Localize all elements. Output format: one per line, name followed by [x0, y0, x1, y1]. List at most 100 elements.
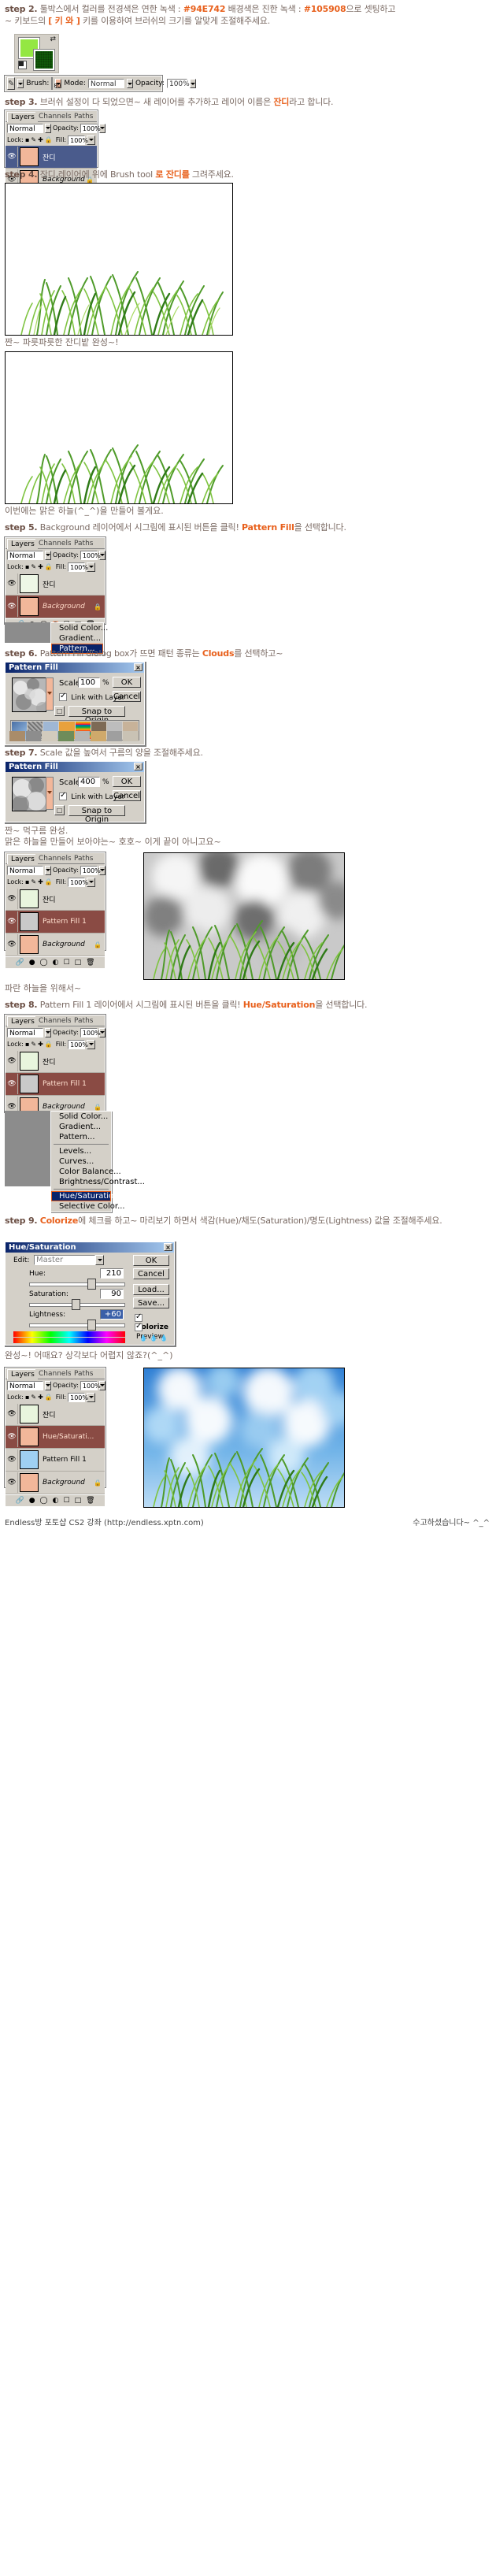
panel-bottom-bar[interactable]: 🔗 ● ◯ ◐ ☐ □ 🗑 — [6, 956, 105, 968]
layers-panel-step3[interactable]: Layers Channels Paths Normal Opacity: 10… — [5, 110, 105, 203]
eye-icon[interactable]: 👁 — [6, 1074, 18, 1094]
edit-select-arrow[interactable] — [95, 1255, 104, 1265]
layer-thumbnail[interactable] — [20, 574, 39, 593]
hue-input[interactable]: 210 — [100, 1268, 124, 1279]
new-group-icon[interactable]: ☐ — [63, 959, 69, 967]
delete-layer-icon[interactable]: 🗑 — [86, 959, 94, 967]
pattern-swatch[interactable] — [57, 731, 74, 741]
blend-mode-row[interactable]: Normal Opacity: 100% — [6, 549, 105, 561]
eye-icon[interactable]: 👁 — [6, 934, 18, 955]
table-row[interactable]: 👁 Background 🔒 — [6, 1472, 105, 1494]
layer-thumbnail[interactable] — [20, 1052, 39, 1071]
lock-all-icon[interactable]: 🔒 — [45, 1041, 53, 1048]
layer-thumbnail[interactable] — [20, 935, 39, 954]
blend-mode-row[interactable]: Normal Opacity: 100% — [6, 122, 105, 134]
close-icon[interactable]: × — [164, 1243, 172, 1251]
layer-thumbnail[interactable] — [20, 597, 39, 616]
table-row[interactable]: 👁 Background 🔒 — [6, 596, 105, 618]
lock-position-icon[interactable]: ✚ — [38, 878, 43, 885]
lock-position-icon[interactable]: ✚ — [38, 563, 43, 570]
layer-mask-icon[interactable]: ◯ — [40, 1497, 48, 1505]
lock-all-icon[interactable]: 🔒 — [45, 1394, 53, 1401]
tab-channels[interactable]: Channels — [35, 112, 75, 121]
swap-colors-icon[interactable]: ⇄ — [50, 35, 56, 43]
pattern-swatch[interactable] — [42, 731, 57, 741]
layers-panel-step5[interactable]: Layers Channels Paths Normal Opacity: 10… — [5, 537, 105, 630]
lock-transparency-icon[interactable]: ▪ — [25, 1041, 29, 1048]
scale-input[interactable]: 400 — [78, 777, 100, 787]
lock-all-icon[interactable]: 🔒 — [45, 878, 53, 885]
lock-position-icon[interactable]: ✚ — [38, 136, 43, 143]
menu-item-selective-color[interactable]: Selective Color... — [51, 1201, 125, 1212]
lock-transparency-icon[interactable]: ▪ — [25, 878, 29, 885]
tab-layers[interactable]: Layers — [7, 1369, 39, 1379]
colorize-checkbox[interactable] — [135, 1312, 143, 1322]
pattern-dropdown-arrow[interactable] — [46, 677, 54, 711]
brush-size-preview[interactable]: 80 — [51, 77, 61, 90]
pattern-preview-swatch[interactable] — [12, 777, 46, 811]
layer-thumbnail[interactable] — [20, 1427, 39, 1446]
tab-paths[interactable]: Paths — [71, 539, 97, 548]
load-button[interactable]: Load... — [133, 1284, 169, 1295]
layer-thumbnail[interactable] — [20, 1075, 39, 1093]
fill-adjustment-menu-step8[interactable]: Solid Color... Gradient... Pattern... Le… — [50, 1111, 145, 1212]
blend-mode-select[interactable]: Normal — [7, 1380, 43, 1390]
panel-tabs[interactable]: Layers Channels Paths — [6, 111, 97, 122]
panel-tabs[interactable]: Layers Channels Paths — [6, 1368, 105, 1379]
eye-icon[interactable]: 👁 — [6, 1472, 18, 1493]
table-row[interactable]: 👁 잔디 — [6, 1403, 105, 1426]
tab-paths[interactable]: Paths — [71, 1369, 97, 1379]
fill-value[interactable]: 100% — [68, 1039, 88, 1049]
layer-mask-icon[interactable]: ◯ — [40, 959, 48, 967]
brush-options-toolbar[interactable]: ✎ Brush: 80 Mode: Normal Opacity: 100% — [5, 76, 196, 91]
lock-image-icon[interactable]: ✎ — [31, 1394, 36, 1401]
default-colors-icon[interactable] — [18, 61, 27, 69]
opacity-value[interactable]: 100% — [166, 79, 190, 88]
new-layer-icon[interactable]: □ — [75, 959, 82, 967]
tab-paths[interactable]: Paths — [71, 854, 97, 863]
lock-position-icon[interactable]: ✚ — [38, 1041, 43, 1048]
lock-transparency-icon[interactable]: ▪ — [25, 136, 29, 143]
layer-thumbnail[interactable] — [20, 1473, 39, 1492]
layer-thumbnail[interactable] — [20, 889, 39, 908]
menu-item-curves[interactable]: Curves... — [51, 1156, 111, 1167]
hue-saturation-dialog[interactable]: Hue/Saturation × Edit: Master Hue: 210 S… — [5, 1242, 175, 1346]
link-with-layer-row[interactable]: Link with Layer — [59, 791, 125, 801]
layer-thumbnail[interactable] — [20, 147, 39, 166]
layers-panel-final[interactable]: Layers Channels Paths Normal Opacity: 10… — [5, 1368, 105, 1506]
panel-tabs[interactable]: Layers Channels Paths — [6, 853, 105, 864]
tab-layers[interactable]: Layers — [7, 1016, 39, 1026]
lock-transparency-icon[interactable]: ▪ — [25, 563, 29, 570]
blend-mode-select[interactable]: Normal — [7, 550, 43, 560]
lock-all-icon[interactable]: 🔒 — [45, 136, 53, 143]
snap-to-origin-button[interactable]: Snap to Origin — [68, 805, 125, 824]
scale-input[interactable]: 100 — [78, 677, 100, 688]
tab-layers[interactable]: Layers — [7, 112, 39, 122]
edit-select[interactable]: Master — [34, 1255, 95, 1265]
link-layers-icon[interactable]: 🔗 — [15, 959, 24, 967]
save-button[interactable]: Save... — [133, 1297, 169, 1308]
delete-layer-icon[interactable]: 🗑 — [86, 1497, 94, 1505]
table-row[interactable]: 👁 잔디 — [6, 888, 105, 911]
eye-icon[interactable]: 👁 — [6, 889, 18, 909]
link-with-layer-checkbox[interactable] — [59, 692, 67, 701]
table-row[interactable]: 👁 잔디 — [6, 573, 105, 596]
layer-style-icon[interactable]: ● — [29, 959, 35, 967]
saturation-slider-thumb[interactable] — [72, 1299, 80, 1310]
tab-paths[interactable]: Paths — [71, 112, 97, 121]
menu-item-color-balance[interactable]: Color Balance... — [51, 1167, 121, 1177]
eye-icon[interactable]: 👁 — [6, 573, 18, 594]
eyedropper-add-icon[interactable]: 💧 — [150, 1334, 157, 1342]
fill-value[interactable]: 100% — [68, 1392, 88, 1402]
ok-button[interactable]: OK — [113, 776, 141, 787]
layer-thumbnail[interactable] — [20, 912, 39, 931]
table-row[interactable]: 👁 Pattern Fill 1 — [6, 911, 105, 934]
pattern-swatch-grid-row2[interactable] — [9, 731, 139, 741]
hue-slider-thumb[interactable] — [87, 1279, 96, 1290]
lock-image-icon[interactable]: ✎ — [31, 563, 36, 570]
menu-item-gradient[interactable]: Gradient... — [51, 633, 103, 644]
layer-style-icon[interactable]: ● — [29, 1497, 35, 1505]
close-icon[interactable]: × — [134, 663, 143, 671]
eye-icon[interactable]: 👁 — [6, 1404, 18, 1424]
blend-mode-row[interactable]: Normal Opacity: 100% — [6, 864, 105, 876]
